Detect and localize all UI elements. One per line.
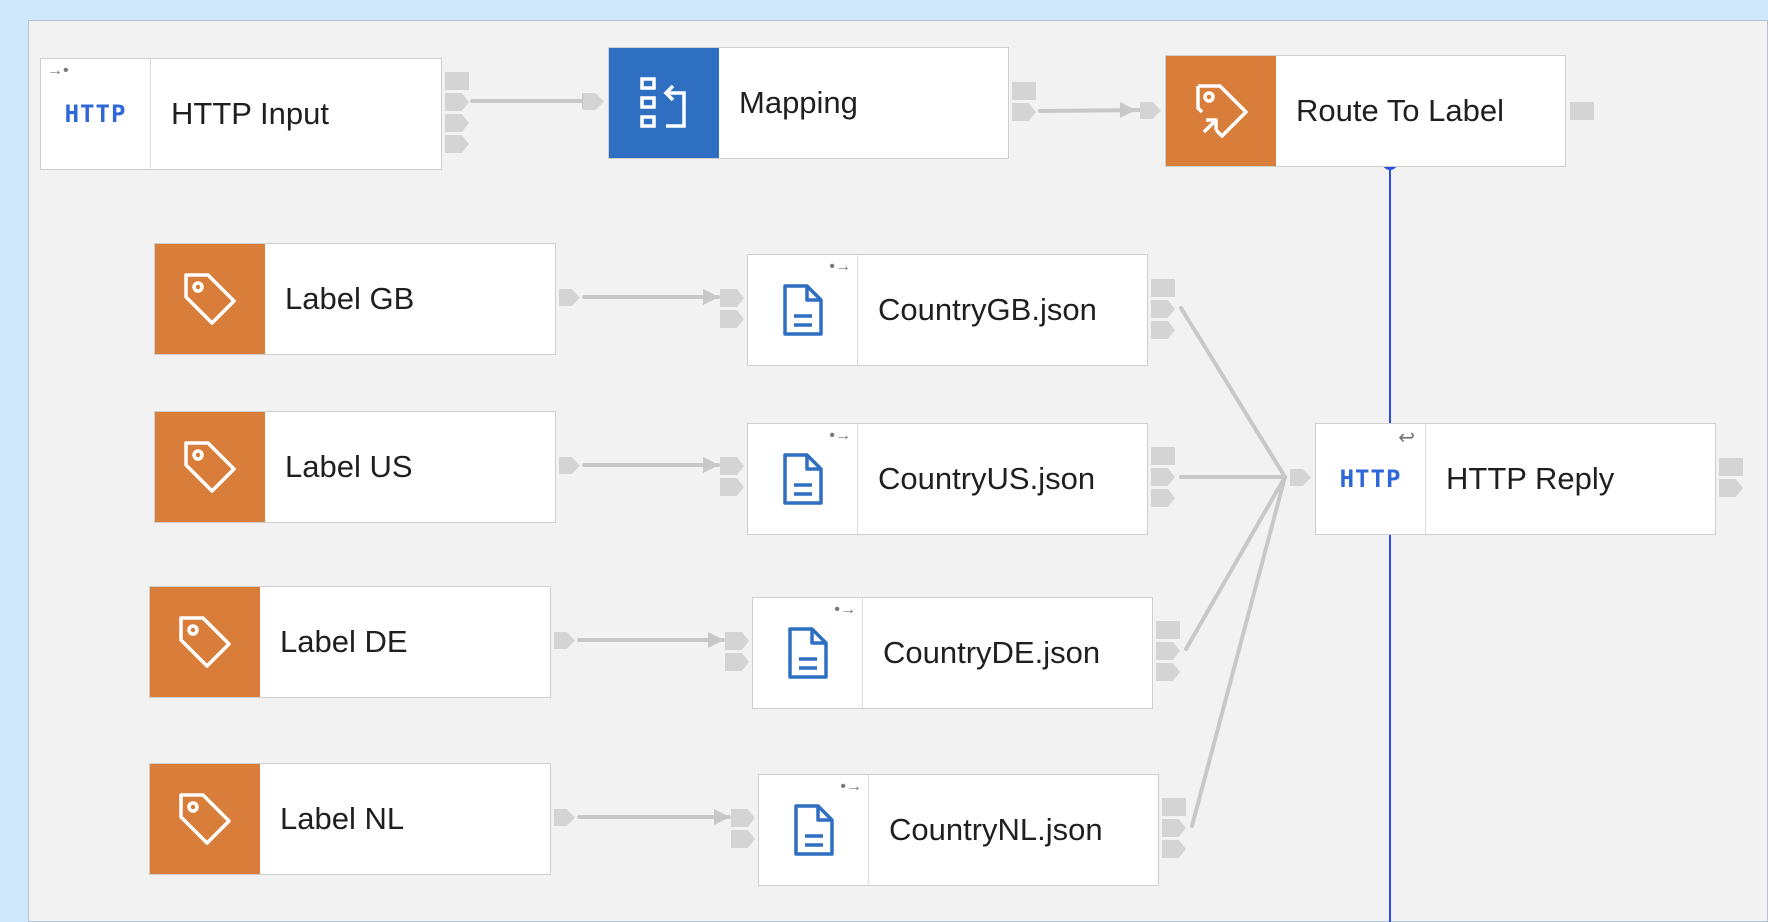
country-de-node[interactable]: •→ CountryDE.json <box>752 597 1153 709</box>
output-arrow-icon: •→ <box>829 427 851 444</box>
country-gb-node[interactable]: •→ CountryGB.json <box>747 254 1148 366</box>
country-gb-icon-box: •→ <box>748 255 858 365</box>
input-arrow-icon: →• <box>47 62 69 79</box>
node-label: Label US <box>285 449 413 484</box>
node-label: CountryGB.json <box>878 292 1097 327</box>
http-input-icon: HTTP <box>64 100 127 128</box>
document-icon <box>793 804 834 856</box>
route-to-label-icon <box>1196 84 1248 138</box>
label-us-node[interactable]: Label US <box>154 411 556 523</box>
document-icon <box>782 284 823 336</box>
http-reply-icon: HTTP <box>1339 465 1402 493</box>
label-de-icon-box <box>150 587 260 697</box>
tag-icon <box>184 273 236 325</box>
country-us-node[interactable]: •→ CountryUS.json <box>747 423 1148 535</box>
mapping-icon-box <box>609 48 719 158</box>
mapping-node[interactable]: Mapping <box>608 47 1009 159</box>
mapping-output-terminal[interactable] <box>1012 82 1036 100</box>
mapping-icon <box>640 77 686 128</box>
http-reply-icon-box: ↩ HTTP <box>1316 424 1426 534</box>
node-label: CountryDE.json <box>883 635 1101 670</box>
country-de-output-terminal[interactable] <box>1156 621 1180 639</box>
output-arrow-icon: •→ <box>840 778 862 795</box>
node-label: Label GB <box>285 281 415 316</box>
country-nl-node[interactable]: •→ CountryNL.json <box>758 774 1159 886</box>
route-to-label-icon-box <box>1166 56 1276 166</box>
country-nl-output-terminal[interactable] <box>1162 798 1186 816</box>
tag-icon <box>179 793 231 845</box>
http-input-output-terminal[interactable] <box>445 72 469 90</box>
tag-icon <box>184 441 236 493</box>
document-icon <box>787 627 828 679</box>
output-arrow-icon: •→ <box>834 601 856 618</box>
country-nl-icon-box: •→ <box>759 775 869 885</box>
http-reply-node[interactable]: ↩ HTTP HTTP Reply <box>1315 423 1716 535</box>
node-label: Label DE <box>280 624 408 659</box>
http-input-node[interactable]: →• HTTP HTTP Input <box>40 58 442 170</box>
document-icon <box>782 453 823 505</box>
http-input-icon-box: →• HTTP <box>41 59 151 169</box>
label-gb-icon-box <box>155 244 265 354</box>
label-gb-node[interactable]: Label GB <box>154 243 556 355</box>
http-reply-output-terminal[interactable] <box>1719 458 1743 476</box>
reply-arrow-icon: ↩ <box>1398 427 1415 449</box>
node-label: HTTP Input <box>171 96 329 131</box>
node-label: HTTP Reply <box>1446 461 1615 496</box>
node-label: CountryNL.json <box>889 812 1103 847</box>
label-de-node[interactable]: Label DE <box>149 586 551 698</box>
country-us-output-terminal[interactable] <box>1151 447 1175 465</box>
country-us-icon-box: •→ <box>748 424 858 534</box>
output-arrow-icon: •→ <box>829 258 851 275</box>
country-de-icon-box: •→ <box>753 598 863 708</box>
route-to-label-output-terminal[interactable] <box>1570 102 1594 120</box>
label-nl-node[interactable]: Label NL <box>149 763 551 875</box>
node-label: Route To Label <box>1296 93 1504 128</box>
node-label: CountryUS.json <box>878 461 1096 496</box>
route-to-label-node[interactable]: Route To Label <box>1165 55 1566 167</box>
label-us-icon-box <box>155 412 265 522</box>
country-gb-output-terminal[interactable] <box>1151 279 1175 297</box>
label-nl-icon-box <box>150 764 260 874</box>
node-label: Mapping <box>739 85 858 120</box>
tag-icon <box>179 616 231 668</box>
node-label: Label NL <box>280 801 405 836</box>
